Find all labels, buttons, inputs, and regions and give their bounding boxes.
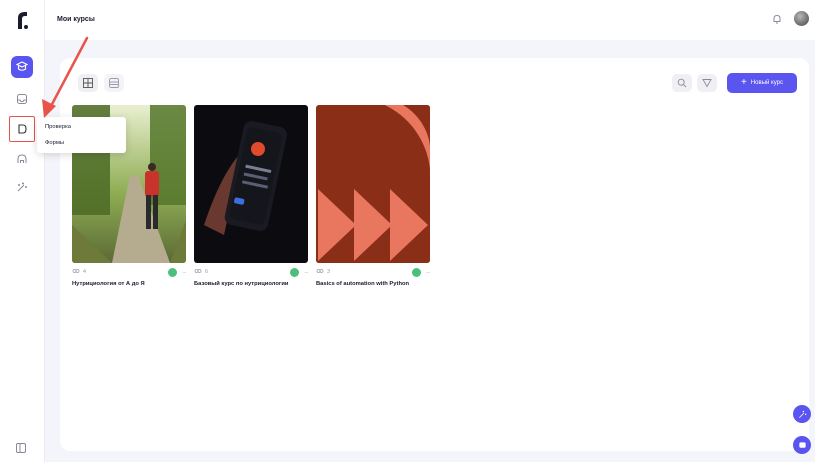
course-cover-image [194,105,308,263]
members-count: 6 [194,269,208,275]
inbox-icon [17,94,27,104]
sidebar-item-review[interactable] [9,116,35,142]
grid-view-icon [83,78,93,88]
status-icon[interactable] [168,268,177,277]
sidebar-item-home[interactable] [11,148,33,170]
sidebar-item-magic[interactable] [11,176,33,198]
course-cover-image [316,105,430,263]
sidebar-item-courses[interactable] [11,56,33,78]
course-title: Базовый курс по нутрициологии [194,281,289,287]
new-course-label: Новый курс [750,80,783,86]
chat-icon [798,441,806,448]
chat-button[interactable] [793,436,811,454]
more-icon[interactable]: – [427,270,430,276]
bell-icon[interactable] [771,13,783,25]
status-icon[interactable] [412,268,421,277]
avatar[interactable] [794,11,809,26]
sidebar-item-inbox[interactable] [11,88,33,110]
courses-panel: + Новый курс 4 – Нутрициология от А до Я… [60,58,809,451]
list-view-icon [109,78,119,88]
course-title: Нутрициология от А до Я [72,281,145,287]
users-icon [194,269,202,273]
users-icon [316,269,324,273]
new-course-button[interactable]: + Новый курс [727,73,797,93]
magic-icon [798,410,806,418]
review-submenu: Проверка Формы [37,117,126,153]
home-icon [17,154,27,163]
top-bar: Мои курсы [45,0,815,40]
members-count: 3 [316,269,330,275]
status-icon[interactable] [290,268,299,277]
page-title: Мои курсы [57,16,95,23]
courses-icon [16,61,28,71]
grid-view-button[interactable] [78,74,98,92]
members-count: 4 [72,269,86,275]
filter-button[interactable] [697,74,717,92]
list-view-button[interactable] [104,74,124,92]
course-title: Basics of automation with Python [316,281,410,287]
users-icon [72,269,80,273]
submenu-item-forms[interactable]: Формы [45,140,64,146]
review-icon [18,124,27,134]
brand-logo[interactable] [14,10,30,30]
search-icon [677,78,687,88]
search-button[interactable] [672,74,692,92]
course-card[interactable]: 6 – Базовый курс по нутрициологии [194,105,308,288]
course-card[interactable]: 3 – Basics of automation with Python [316,105,430,288]
submenu-item-review[interactable]: Проверка [45,124,71,130]
plus-icon: + [741,77,747,88]
more-icon[interactable]: – [305,270,308,276]
filter-icon [702,79,712,88]
magic-icon [17,182,27,192]
assistant-button[interactable] [793,405,811,423]
more-icon[interactable]: – [183,270,186,276]
sidebar [0,0,45,462]
sidebar-collapse-icon[interactable] [15,442,27,454]
